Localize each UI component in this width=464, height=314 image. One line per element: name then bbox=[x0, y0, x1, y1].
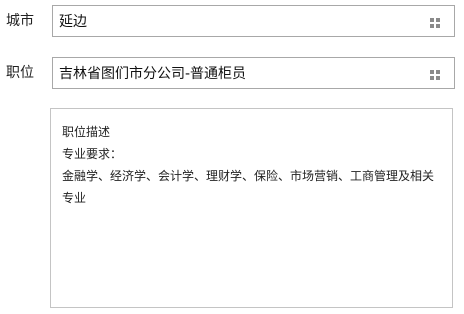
city-label: 城市 bbox=[6, 13, 34, 29]
city-value: 延边 bbox=[59, 14, 87, 30]
position-label: 职位 bbox=[6, 65, 34, 81]
description-line: 专业 bbox=[62, 191, 87, 205]
grid-menu-icon[interactable] bbox=[430, 18, 440, 28]
grid-menu-icon[interactable] bbox=[430, 70, 440, 80]
description-line: 专业要求： bbox=[62, 147, 123, 161]
city-field[interactable]: 延边 bbox=[52, 5, 455, 37]
description-line: 职位描述 bbox=[62, 125, 111, 139]
description-line: 金融学、经济学、会计学、理财学、保险、市场营销、工商管理及相关 bbox=[62, 169, 435, 183]
position-value: 吉林省图们市分公司-普通柜员 bbox=[59, 66, 247, 82]
job-description-textarea[interactable]: 职位描述 专业要求： 金融学、经济学、会计学、理财学、保险、市场营销、工商管理及… bbox=[50, 108, 453, 308]
position-field[interactable]: 吉林省图们市分公司-普通柜员 bbox=[52, 57, 455, 89]
